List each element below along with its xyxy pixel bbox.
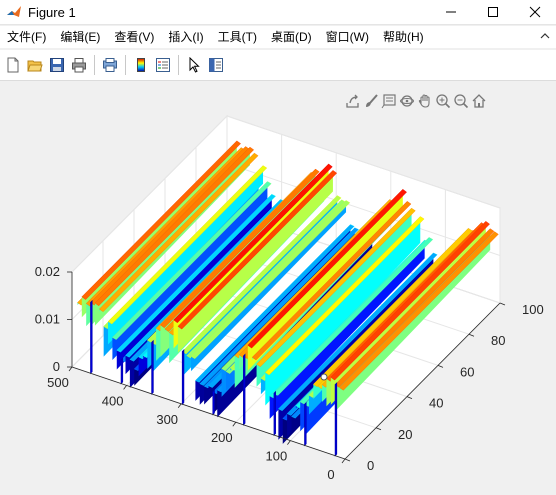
data-tips-icon <box>381 94 396 109</box>
save-icon <box>50 58 64 72</box>
x-tick-label: 100 <box>266 449 288 464</box>
insert-colorbar-button[interactable] <box>130 54 152 76</box>
print-preview-button[interactable] <box>99 54 121 76</box>
x-tick-mark <box>232 421 237 427</box>
minimize-icon <box>446 11 456 13</box>
menu-file[interactable]: 文件(F) <box>0 27 53 47</box>
y-tick-label: 40 <box>429 396 443 411</box>
y-tick-label: 0 <box>367 458 374 473</box>
rotate-3d-button[interactable] <box>398 91 416 111</box>
home-button[interactable] <box>470 91 488 111</box>
surface-plot[interactable]: 010020030040050002040608010000.010.02 <box>0 81 556 495</box>
rotation-center-marker <box>320 373 328 381</box>
toolbar-separator <box>178 55 179 75</box>
window-title: Figure 1 <box>28 4 76 20</box>
y-tick-mark <box>406 396 413 399</box>
surface-edge <box>273 390 276 437</box>
maximize-icon <box>488 7 498 17</box>
menu-edit[interactable]: 编辑(E) <box>53 27 107 47</box>
surface-edge <box>120 357 124 385</box>
x-tick-mark <box>68 366 73 372</box>
y-tick-mark <box>375 427 382 431</box>
y-tick-mark <box>437 365 444 368</box>
menu-bar: 文件(F) 编辑(E) 查看(V) 插入(I) 工具(T) 桌面(D) 窗口(W… <box>0 26 556 48</box>
export-icon <box>346 94 359 108</box>
zoom-in-icon <box>436 94 451 109</box>
open-file-icon <box>27 60 43 72</box>
x-tick-mark <box>177 403 182 409</box>
rotate-3d-icon <box>400 95 414 107</box>
zoom-out-button[interactable] <box>452 91 470 111</box>
toolbar-separator <box>125 55 126 75</box>
menu-window[interactable]: 窗口(W) <box>319 27 376 47</box>
brush-button[interactable] <box>362 91 380 111</box>
maximize-button[interactable] <box>472 0 514 24</box>
menubar-dock-arrow-icon[interactable] <box>540 31 550 41</box>
axes-toolbar <box>344 90 488 112</box>
y-tick-label: 60 <box>460 364 474 379</box>
print-preview-icon <box>103 58 117 72</box>
x-tick-mark <box>287 440 291 445</box>
surface-edge <box>334 382 338 457</box>
pan-button[interactable] <box>416 91 434 111</box>
new-figure-button[interactable] <box>2 54 24 76</box>
menu-help[interactable]: 帮助(H) <box>376 27 431 47</box>
x-tick-label: 200 <box>211 430 233 445</box>
legend-icon <box>156 58 170 72</box>
toolbar-separator <box>94 55 95 75</box>
y-tick-mark <box>468 333 475 337</box>
y-tick-label: 20 <box>398 427 412 442</box>
z-tick-label: 0.02 <box>35 264 60 279</box>
save-button[interactable] <box>46 54 68 76</box>
close-button[interactable] <box>514 0 556 24</box>
z-tick-label: 0 <box>53 359 60 374</box>
property-inspector-button[interactable] <box>205 54 227 76</box>
surface-edge <box>243 353 246 426</box>
menu-insert[interactable]: 插入(I) <box>161 27 210 47</box>
y-tick-mark <box>344 458 351 462</box>
home-icon <box>472 94 486 108</box>
surface-edge <box>90 299 93 375</box>
brush-icon <box>366 94 378 107</box>
surface-edge <box>181 349 185 406</box>
menu-tools[interactable]: 工具(T) <box>211 27 264 47</box>
title-bar: Figure 1 <box>0 0 556 25</box>
y-tick-mark <box>499 302 506 306</box>
menu-desktop[interactable]: 桌面(D) <box>264 27 319 47</box>
export-button[interactable] <box>344 91 362 111</box>
z-tick-label: 0.01 <box>35 312 60 327</box>
new-figure-icon <box>7 57 19 73</box>
x-tick-label: 400 <box>102 393 124 408</box>
y-tick-label: 100 <box>522 302 544 317</box>
edit-plot-arrow-icon <box>189 57 200 73</box>
pan-icon <box>418 94 430 108</box>
property-inspector-icon <box>209 58 223 72</box>
surface-edge <box>151 339 154 395</box>
menu-view[interactable]: 查看(V) <box>107 27 161 47</box>
zoom-out-icon <box>454 94 469 109</box>
surface-edge <box>304 401 307 447</box>
x-tick-label: 300 <box>156 412 178 427</box>
figure-toolbar <box>0 50 556 81</box>
data-tips-button[interactable] <box>380 91 398 111</box>
print-icon <box>72 58 86 73</box>
y-tick-label: 80 <box>491 333 505 348</box>
figure-canvas[interactable]: 0 100 200 300 400 500 0 20 40 60 80 100 0 0.01 0.02 <box>0 81 556 495</box>
x-tick-mark <box>123 385 127 390</box>
surface-edge <box>212 389 215 416</box>
insert-legend-button[interactable] <box>152 54 174 76</box>
open-file-button[interactable] <box>24 54 46 76</box>
zoom-in-button[interactable] <box>434 91 452 111</box>
close-icon <box>529 6 541 18</box>
print-button[interactable] <box>68 54 90 76</box>
x-tick-label: 500 <box>47 375 69 390</box>
minimize-button[interactable] <box>430 0 472 24</box>
matlab-logo-icon <box>7 6 21 17</box>
colorbar-icon <box>137 58 145 72</box>
x-tick-mark <box>341 458 346 464</box>
x-tick-label: 0 <box>327 467 334 482</box>
edit-plot-button[interactable] <box>183 54 205 76</box>
